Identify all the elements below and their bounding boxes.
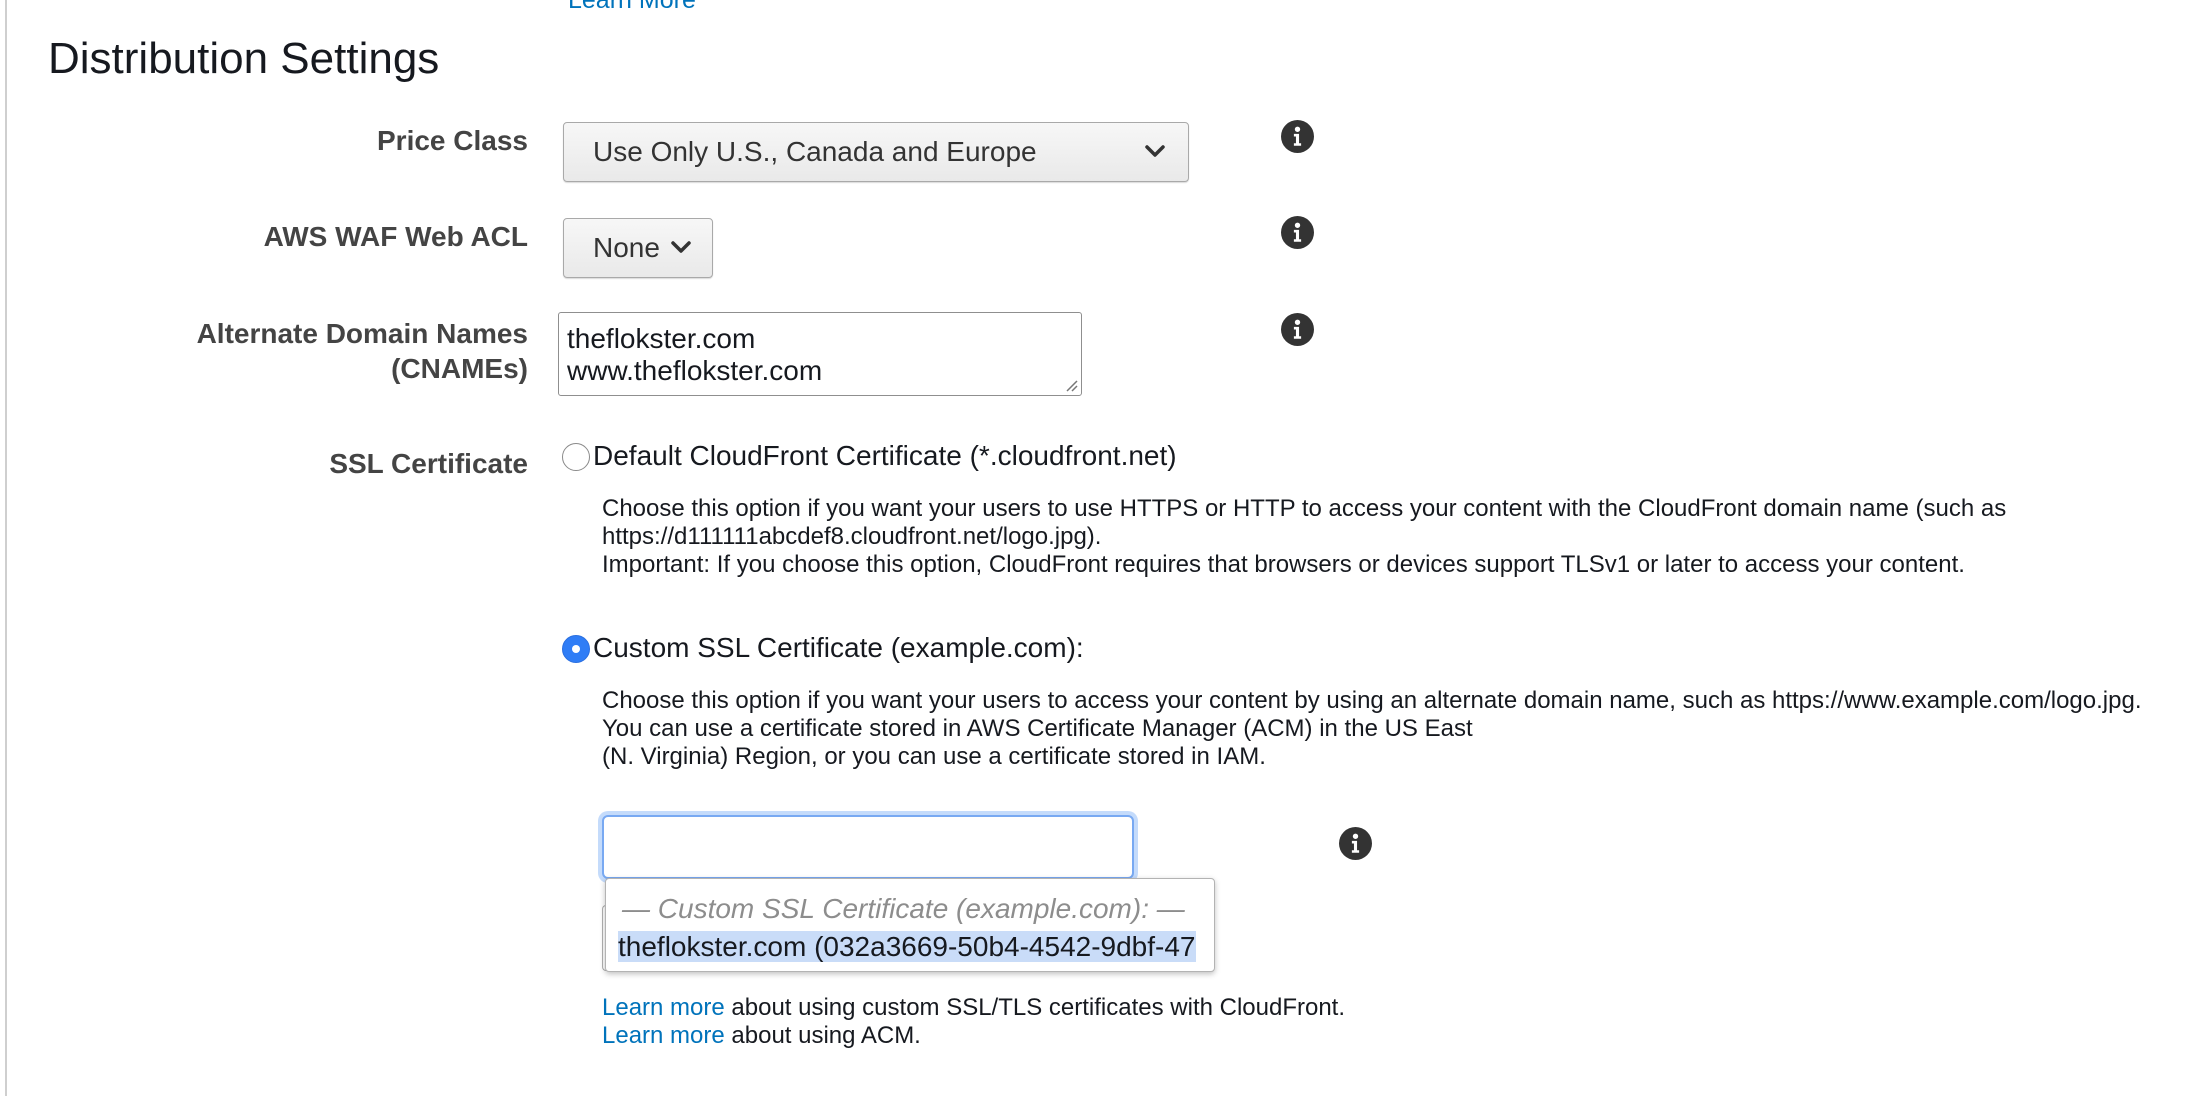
learn-more-top-link[interactable]: Learn More	[568, 0, 696, 15]
waf-value: None	[593, 232, 660, 263]
price-class-select[interactable]: Use Only U.S., Canada and Europe	[563, 122, 1189, 182]
chevron-down-icon	[671, 241, 691, 253]
custom-certificate-description: Choose this option if you want your user…	[602, 687, 2142, 771]
description-line: https://d111111abcdef8.cloudfront.net/lo…	[602, 523, 1102, 550]
certificate-search-input[interactable]	[602, 815, 1134, 879]
learn-more-acm-text: about using ACM.	[724, 1022, 921, 1049]
default-certificate-description: Choose this option if you want your user…	[602, 495, 2006, 579]
cnames-label: Alternate Domain Names (CNAMEs)	[197, 316, 528, 386]
waf-label: AWS WAF Web ACL	[263, 221, 528, 252]
learn-more-acm-line: Learn more about using ACM.	[602, 1022, 921, 1050]
page-left-border	[5, 0, 7, 1096]
chevron-down-icon	[1145, 145, 1165, 157]
description-line: You can use a certificate stored in AWS …	[602, 715, 1473, 742]
default-certificate-label[interactable]: Default CloudFront Certificate (*.cloudf…	[593, 440, 1177, 472]
certificate-info-icon[interactable]	[1339, 827, 1372, 860]
cnames-textarea[interactable]: theflokster.com www.theflokster.com	[558, 312, 1082, 396]
price-class-info-icon[interactable]	[1281, 120, 1314, 153]
learn-more-ssl-text: about using custom SSL/TLS certificates …	[724, 994, 1346, 1021]
custom-certificate-radio[interactable]	[562, 635, 590, 663]
resize-grip-icon[interactable]	[1066, 380, 1078, 392]
certificate-option[interactable]: theflokster.com (032a3669-50b4-4542-9dbf…	[618, 929, 1204, 965]
description-line: (N. Virginia) Region, or you can use a c…	[602, 743, 1266, 770]
dropdown-group-header: — Custom SSL Certificate (example.com): …	[622, 893, 1185, 924]
certificate-option-text: theflokster.com (032a3669-50b4-4542-9dbf…	[618, 931, 1196, 962]
cname-line: www.theflokster.com	[567, 355, 823, 386]
description-line: Important: If you choose this option, Cl…	[602, 551, 1965, 578]
section-title: Distribution Settings	[48, 34, 440, 83]
custom-certificate-label[interactable]: Custom SSL Certificate (example.com):	[593, 632, 1084, 664]
price-class-label: Price Class	[377, 125, 528, 156]
waf-select[interactable]: None	[563, 218, 713, 278]
description-line: Choose this option if you want your user…	[602, 687, 2142, 714]
learn-more-ssl-link[interactable]: Learn more	[602, 994, 725, 1021]
description-line: Choose this option if you want your user…	[602, 495, 2007, 522]
cnames-info-icon[interactable]	[1281, 313, 1314, 346]
waf-info-icon[interactable]	[1281, 216, 1314, 249]
ssl-certificate-label: SSL Certificate	[329, 448, 528, 479]
cname-line: theflokster.com	[567, 323, 756, 354]
price-class-value: Use Only U.S., Canada and Europe	[593, 136, 1037, 167]
learn-more-ssl-line: Learn more about using custom SSL/TLS ce…	[602, 994, 1345, 1022]
cnames-label-line2: (CNAMEs)	[391, 353, 528, 384]
certificate-dropdown-list[interactable]: — Custom SSL Certificate (example.com): …	[605, 878, 1215, 972]
cnames-label-line1: Alternate Domain Names	[196, 318, 528, 349]
default-certificate-radio[interactable]	[562, 443, 590, 471]
learn-more-acm-link[interactable]: Learn more	[602, 1022, 725, 1049]
